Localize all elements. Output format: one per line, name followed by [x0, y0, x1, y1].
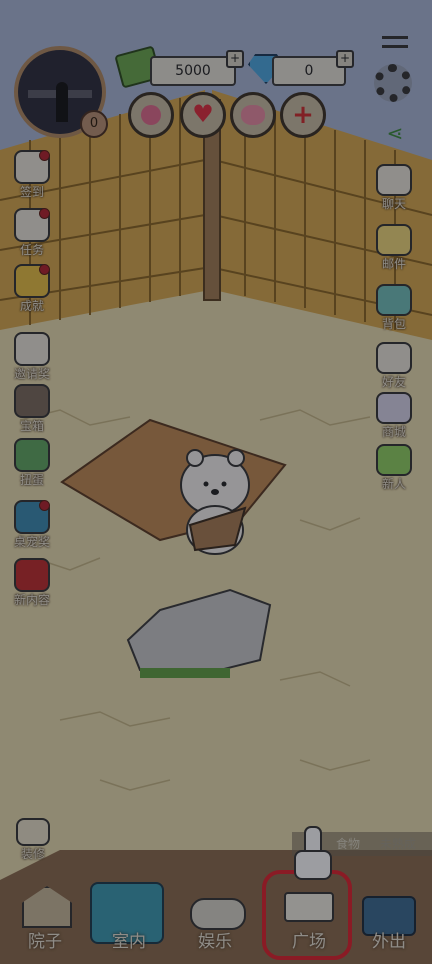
nav-plaza-label: 广场: [292, 932, 326, 952]
food-status-icon[interactable]: [128, 92, 174, 138]
left-menu-achievements-button[interactable]: 成就: [4, 264, 60, 313]
nav-outing-label: 外出: [372, 932, 406, 952]
right-menu-mail-label: 邮件: [381, 257, 406, 271]
left-menu-new_content-button[interactable]: 新内容: [4, 558, 60, 607]
gacha-machine-icon: [14, 438, 50, 472]
decorate-button[interactable]: 装修: [5, 818, 61, 861]
left-menu-treasure-button[interactable]: 宝箱: [4, 384, 60, 433]
left-menu-invite-button[interactable]: 邀请奖: [4, 332, 60, 381]
left-menu-desk_pet-button[interactable]: 桌宠奖: [4, 500, 60, 549]
nav-indoor[interactable]: 室内: [86, 868, 172, 964]
gift-box-icon: [376, 444, 412, 476]
tutorial-hand-icon: [294, 826, 332, 880]
brain-status-icon[interactable]: [230, 92, 276, 138]
notification-dot: [39, 264, 50, 275]
nav-entertainment-label: 娱乐: [198, 932, 232, 952]
coin-counter: 5000 +: [150, 50, 244, 86]
desk-pet-icon: [14, 500, 50, 534]
left-menu-tasks-label: 任务: [19, 243, 44, 257]
left-menu-treasure-label: 宝箱: [19, 419, 44, 433]
invite-gift-icon: [14, 332, 50, 366]
share-icon[interactable]: ⋖: [384, 122, 406, 144]
right-menu-newbie-button[interactable]: 新人: [366, 444, 422, 491]
task-list-icon: [14, 208, 50, 242]
plaza-building-icon: [284, 892, 334, 922]
left-menu-checkin-button[interactable]: 签到: [4, 150, 60, 199]
left-menu-desk_pet-label: 桌宠奖: [13, 535, 50, 549]
notification-dot: [39, 208, 50, 219]
nav-entertainment[interactable]: 娱乐: [172, 868, 258, 964]
nav-outing[interactable]: 外出: [346, 868, 432, 964]
backpack-icon: [376, 284, 412, 316]
add-coins-button[interactable]: +: [226, 50, 244, 68]
left-menu-checkin-label: 签到: [19, 185, 44, 199]
gear-icon[interactable]: [374, 64, 412, 102]
right-menu-shop-button[interactable]: 商城: [366, 392, 422, 439]
left-menu-achievements-label: 成就: [19, 299, 44, 313]
gem-value: 0: [304, 63, 314, 79]
right-menu-bag-label: 背包: [381, 317, 406, 331]
coin-value: 5000: [175, 63, 211, 79]
shop-house-icon: [376, 392, 412, 424]
chat-bubble-icon: [376, 164, 412, 196]
nav-yard[interactable]: 院子: [2, 868, 88, 964]
food-unripe-label: 未熟成: [379, 837, 416, 851]
five-one-icon: [14, 558, 50, 592]
level-badge: 0: [80, 110, 108, 138]
calendar-check-icon: [14, 150, 50, 184]
nav-yard-label: 院子: [28, 932, 62, 952]
left-menu-gacha-label: 扭蛋: [19, 473, 44, 487]
medal-icon: [14, 264, 50, 298]
left-menu-gacha-button[interactable]: 扭蛋: [4, 438, 60, 487]
gem-counter: 0 +: [272, 50, 354, 86]
right-menu-chat-label: 聊天: [381, 197, 406, 211]
decorate-label: 装修: [20, 847, 45, 861]
left-menu-new_content-label: 新内容: [13, 593, 50, 607]
treasure-chest-icon: [14, 384, 50, 418]
decorate-icon: [16, 818, 50, 846]
food-label: 食物: [336, 837, 361, 851]
health-status-icon[interactable]: +: [280, 92, 326, 138]
right-menu-friends-button[interactable]: 好友: [366, 342, 422, 389]
heart-status-icon[interactable]: ♥: [180, 92, 226, 138]
house-icon: [22, 886, 72, 928]
left-menu-tasks-button[interactable]: 任务: [4, 208, 60, 257]
left-menu-invite-label: 邀请奖: [13, 367, 50, 381]
friends-panda-icon: [376, 342, 412, 374]
right-menu-mail-button[interactable]: 邮件: [366, 224, 422, 271]
game-scene: 0 5000 + 0 + ⋖ ♥ + 签到任务成就邀请奖宝箱扭蛋桌宠奖新内容 聊…: [0, 0, 432, 964]
add-gems-button[interactable]: +: [336, 50, 354, 68]
mail-icon: [376, 224, 412, 256]
right-menu-shop-label: 商城: [381, 425, 406, 439]
right-menu-bag-button[interactable]: 背包: [366, 284, 422, 331]
right-menu-friends-label: 好友: [381, 375, 406, 389]
menu-icon[interactable]: [382, 36, 408, 48]
gamepad-icon: [190, 898, 246, 930]
right-menu-newbie-label: 新人: [381, 477, 406, 491]
nav-indoor-label: 室内: [112, 932, 146, 952]
right-menu-chat-button[interactable]: 聊天: [366, 164, 422, 211]
nav-plaza[interactable]: 广场: [262, 868, 356, 964]
notification-dot: [39, 150, 50, 161]
notification-dot: [39, 500, 50, 511]
